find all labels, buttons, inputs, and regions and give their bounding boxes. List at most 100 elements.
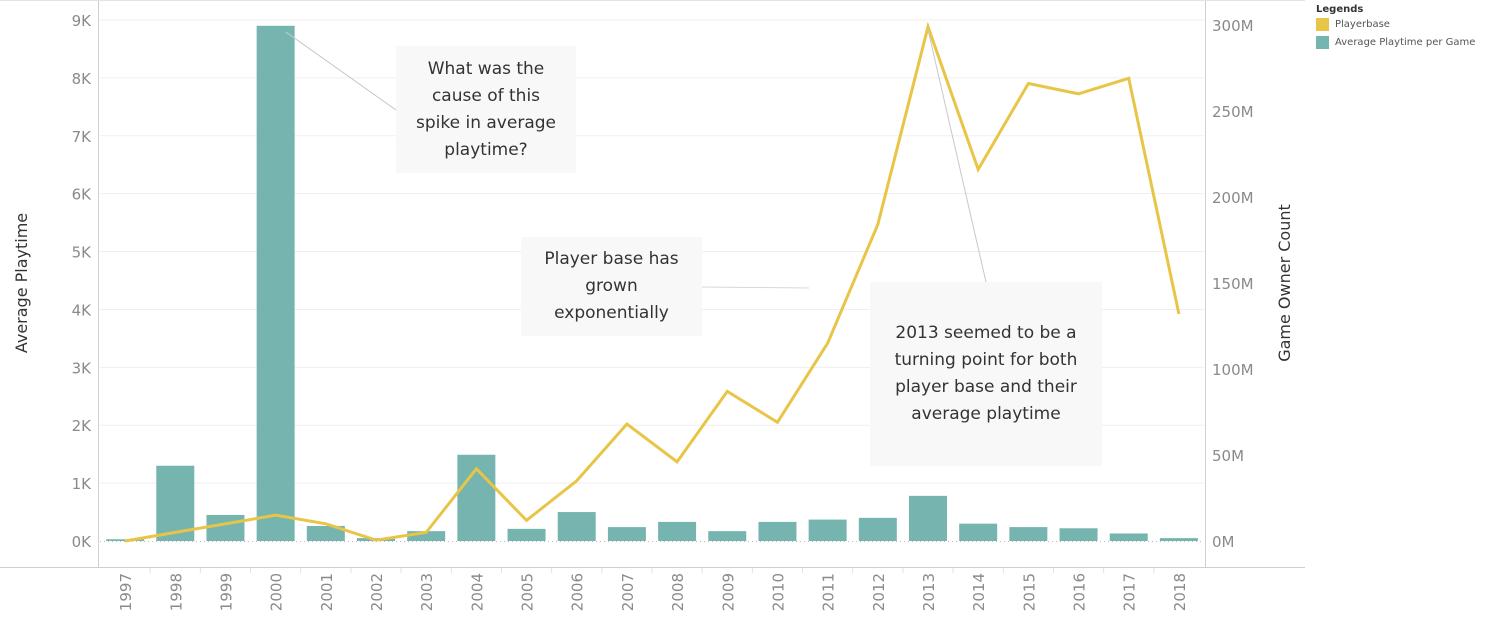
playerbase-point-2017[interactable]: [1127, 76, 1131, 80]
annotation-2013-text: 2013 seemed to be a turning point for bo…: [894, 323, 1078, 424]
playerbase-point-2016[interactable]: [1077, 92, 1081, 96]
y-right-tick-label: 200M: [1212, 189, 1254, 207]
bar-2009[interactable]: [708, 531, 747, 541]
bar-2017[interactable]: [1109, 533, 1148, 541]
x-tick-label-2007: 2007: [619, 573, 637, 611]
legend: Legends Playerbase Average Playtime per …: [1316, 4, 1475, 54]
bar-2016[interactable]: [1059, 528, 1098, 541]
playerbase-point-2010[interactable]: [775, 420, 779, 424]
x-tick-label-2016: 2016: [1071, 573, 1089, 611]
playerbase-point-2012[interactable]: [876, 223, 880, 227]
y-left-tick-label: 1K: [72, 475, 93, 493]
x-tick-label-2002: 2002: [368, 573, 386, 611]
x-tick-label-2008: 2008: [669, 573, 687, 611]
x-tick-label-2010: 2010: [769, 573, 787, 611]
x-tick-label-2011: 2011: [820, 573, 838, 611]
y-left-tick-label: 3K: [72, 359, 93, 377]
y-right-tick-label: 0M: [1212, 533, 1235, 551]
playerbase-point-2007[interactable]: [625, 422, 629, 426]
playerbase-point-2006[interactable]: [575, 479, 579, 483]
y-axis-right: 0M 50M 100M 150M 200M 250M 300M: [1212, 17, 1254, 551]
y-left-tick-label: 4K: [72, 301, 93, 319]
x-tick-label-1998: 1998: [167, 573, 185, 611]
playerbase-point-2009[interactable]: [725, 389, 729, 393]
bar-2005[interactable]: [507, 528, 546, 541]
annotation-spike-question: What was the cause of this spike in aver…: [396, 46, 576, 173]
playerbase-point-1997[interactable]: [123, 539, 127, 543]
annotation-player-growth: Player base has grown exponentially: [521, 237, 702, 336]
x-tick-label-2006: 2006: [569, 573, 587, 611]
legend-swatch-average-playtime: [1316, 36, 1329, 49]
connector-2013: [927, 29, 987, 283]
x-tick-label-2004: 2004: [468, 573, 486, 611]
y-right-tick-label: 150M: [1212, 275, 1254, 293]
legend-label-playerbase: Playerbase: [1335, 19, 1390, 30]
playerbase-point-2018[interactable]: [1177, 312, 1181, 316]
connector-spike: [285, 31, 397, 111]
x-tick-label-1999: 1999: [217, 573, 235, 611]
playerbase-point-2005[interactable]: [525, 518, 529, 522]
y-left-tick-label: 5K: [72, 244, 93, 262]
bar-2007[interactable]: [607, 527, 646, 541]
combo-chart: 0K 1K 2K 3K 4K 5K 6K 7K 8K 9K 0M 50M 100M 150M 200M 25…: [0, 0, 1305, 611]
bar-2011[interactable]: [808, 519, 847, 541]
y-left-tick-label: 7K: [72, 128, 93, 146]
y-axis-left-title: Average Playtime: [12, 213, 31, 353]
y-left-tick-label: 0K: [72, 533, 93, 551]
y-axis-left: 0K 1K 2K 3K 4K 5K 6K 7K 8K 9K: [72, 12, 93, 551]
playerbase-point-2011[interactable]: [826, 341, 830, 345]
bar-2015[interactable]: [1009, 527, 1048, 541]
legend-swatch-playerbase: [1316, 18, 1329, 31]
x-tick-label-2015: 2015: [1020, 573, 1038, 611]
playerbase-point-1998[interactable]: [173, 530, 177, 534]
playerbase-point-2014[interactable]: [976, 167, 980, 171]
y-left-tick-label: 9K: [72, 12, 93, 30]
x-tick-label-1997: 1997: [117, 573, 135, 611]
y-axis-right-title: Game Owner Count: [1275, 204, 1294, 362]
x-tick-label-2018: 2018: [1171, 573, 1189, 611]
legend-item-average-playtime[interactable]: Average Playtime per Game: [1316, 36, 1475, 49]
legend-title: Legends: [1316, 4, 1364, 15]
x-tick-label-2014: 2014: [970, 573, 988, 611]
annotation-growth-text: Player base has grown exponentially: [544, 249, 679, 323]
y-right-tick-label: 300M: [1212, 17, 1254, 35]
x-tick-label-2012: 2012: [870, 573, 888, 611]
x-tick-label-2017: 2017: [1121, 573, 1139, 611]
x-tick-label-2003: 2003: [418, 573, 436, 611]
playerbase-point-2001[interactable]: [324, 522, 328, 526]
playerbase-point-2008[interactable]: [675, 460, 679, 464]
bar-2000[interactable]: [256, 25, 295, 542]
x-tick-label-2001: 2001: [318, 573, 336, 611]
bar-2018[interactable]: [1159, 538, 1198, 541]
bar-2013[interactable]: [909, 495, 947, 541]
legend-item-playerbase[interactable]: Playerbase: [1316, 18, 1475, 31]
bar-1999[interactable]: [206, 514, 245, 541]
y-right-tick-label: 50M: [1212, 447, 1244, 465]
playerbase-point-2015[interactable]: [1026, 81, 1030, 85]
bar-2006[interactable]: [557, 512, 596, 541]
x-axis: 1997 1998 1999 2000 2001 2002 2003 2004 2005 2006…: [117, 568, 1189, 611]
playerbase-point-1999[interactable]: [223, 522, 227, 526]
y-right-tick-label: 250M: [1212, 103, 1254, 121]
bar-2012[interactable]: [858, 517, 897, 541]
bar-2014[interactable]: [959, 523, 998, 541]
y-left-tick-label: 8K: [72, 70, 93, 88]
legend-label-average-playtime: Average Playtime per Game: [1335, 37, 1476, 48]
x-tick-label-2005: 2005: [519, 573, 537, 611]
y-left-tick-label: 2K: [72, 417, 93, 435]
playerbase-point-2003[interactable]: [424, 530, 428, 534]
x-tick-label-2009: 2009: [719, 573, 737, 611]
playerbase-point-2002[interactable]: [374, 538, 378, 542]
annotation-2013-turning-point: 2013 seemed to be a turning point for bo…: [870, 282, 1102, 466]
playerbase-point-2004[interactable]: [474, 467, 478, 471]
x-tick-label-2000: 2000: [268, 573, 286, 611]
y-right-tick-label: 100M: [1212, 361, 1254, 379]
annotation-spike-text: What was the cause of this spike in aver…: [416, 58, 556, 160]
bar-2010[interactable]: [758, 521, 797, 541]
playerbase-point-2013[interactable]: [926, 25, 930, 29]
playerbase-point-2000[interactable]: [274, 513, 278, 517]
x-tick-label-2013: 2013: [920, 573, 938, 611]
connector-growth: [701, 286, 810, 289]
y-left-tick-label: 6K: [72, 186, 93, 204]
bar-2008[interactable]: [658, 521, 697, 541]
